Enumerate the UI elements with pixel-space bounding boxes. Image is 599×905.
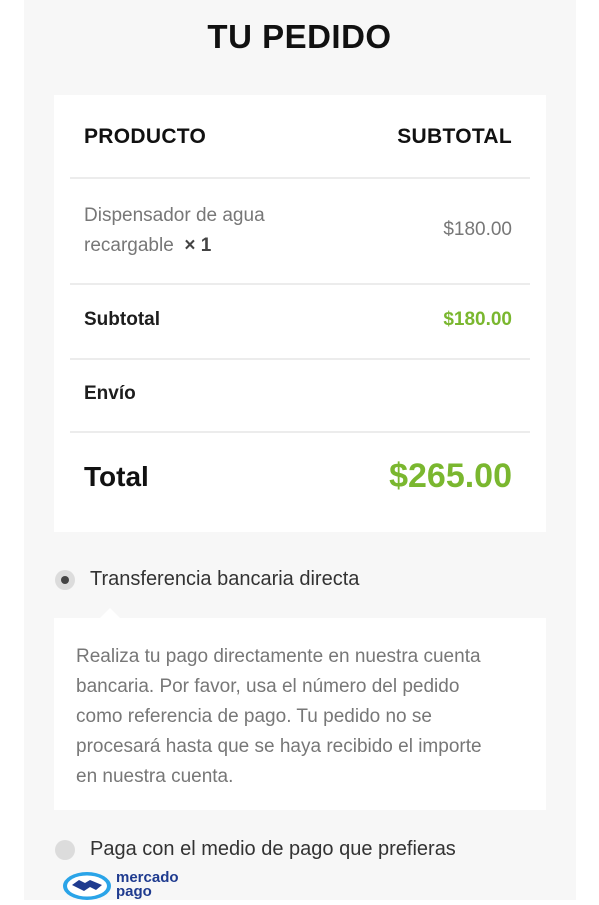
mercado-pago-radio[interactable] (55, 840, 75, 860)
subtotal-column-header: SUBTOTAL (397, 125, 512, 148)
product-name: Dispensador de agua recargable × 1 (84, 205, 265, 256)
subtotal-label: Subtotal (84, 309, 160, 330)
page-title: TU PEDIDO (207, 18, 392, 55)
shipping-row: Envío (70, 383, 530, 413)
bank-transfer-label[interactable]: Transferencia bancaria directa (90, 568, 359, 591)
mercado-pago-logo: mercado pago (62, 868, 202, 900)
bank-transfer-radio[interactable] (55, 570, 75, 590)
product-column-header: PRODUCTO (84, 125, 207, 148)
table-row: Dispensador de agua recargable × 1 $180.… (70, 201, 530, 263)
shipping-label: Envío (84, 383, 136, 404)
product-quantity: × 1 (184, 235, 212, 256)
total-label: Total (84, 461, 149, 492)
total-row: Total $265.00 (70, 457, 530, 501)
total-value: $265.00 (389, 457, 512, 495)
bank-transfer-description: Realiza tu pago directamente en nuestra … (76, 646, 482, 787)
table-header-row: PRODUCTO SUBTOTAL (70, 125, 530, 155)
mercado-pago-label[interactable]: Paga con el medio de pago que prefieras (90, 838, 456, 861)
bank-transfer-description-box: Realiza tu pago directamente en nuestra … (54, 608, 546, 810)
mercado-pago-logo-text-2: pago (116, 883, 152, 900)
divider (70, 177, 530, 179)
product-price: $180.00 (443, 219, 512, 240)
divider (70, 358, 530, 360)
divider (70, 431, 530, 433)
divider (70, 283, 530, 285)
subtotal-value: $180.00 (443, 309, 512, 330)
handshake-icon (63, 872, 111, 900)
order-summary-table: PRODUCTO SUBTOTAL Dispensador de agua re… (54, 95, 546, 532)
subtotal-row: Subtotal $180.00 (70, 309, 530, 339)
